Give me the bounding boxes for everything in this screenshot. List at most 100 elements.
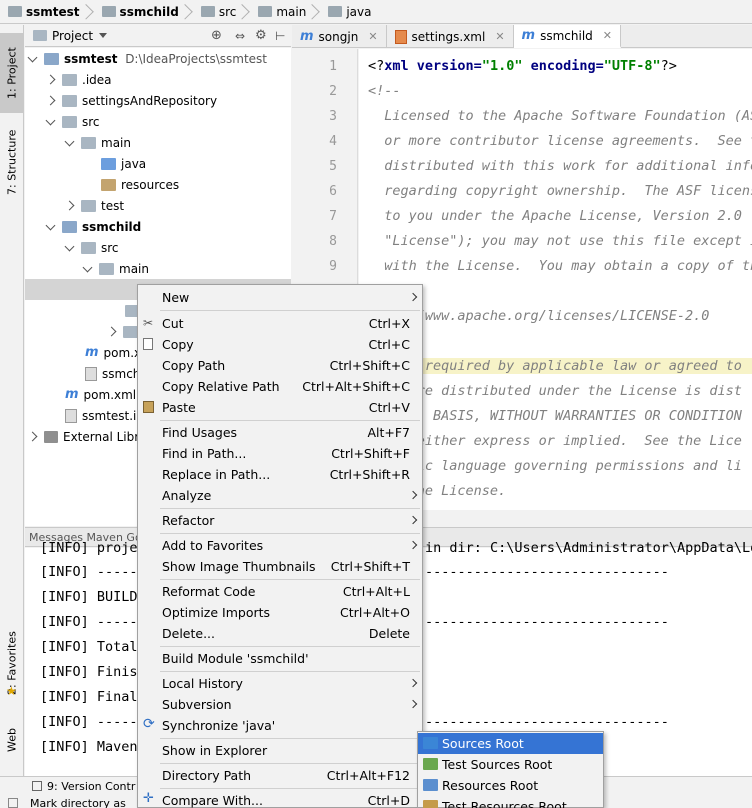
menu-item-subversion[interactable]: Subversion: [138, 694, 422, 715]
breadcrumb-item-main[interactable]: main: [254, 0, 324, 24]
close-icon[interactable]: ✕: [603, 29, 612, 42]
tree-node-idea[interactable]: .idea: [46, 69, 112, 90]
locate-icon[interactable]: ⊕: [211, 28, 222, 43]
status-hint: Mark directory as: [8, 797, 126, 808]
line-number: 8: [329, 234, 337, 249]
menu-item-test-resources-root[interactable]: Test Resources Root: [418, 796, 603, 808]
console-line: [INFO] projec: [40, 540, 146, 556]
breadcrumb-item-ssmtest[interactable]: ssmtest: [4, 0, 98, 24]
folder-icon: [81, 241, 96, 254]
menu-item-synchronize[interactable]: ⟳ Synchronize 'java': [138, 715, 422, 736]
menu-item-find-usages[interactable]: Find Usages Alt+F7: [138, 422, 422, 443]
tree-node-external-libraries[interactable]: External Libr: [28, 426, 139, 447]
collapse-all-icon[interactable]: ⇔: [235, 29, 245, 43]
console-line: [INFO] ------: [40, 564, 146, 580]
tree-node-ssmchild[interactable]: ssmchild: [46, 216, 141, 237]
paste-icon: [143, 401, 154, 413]
star-icon: ★: [6, 684, 17, 698]
tool-tab-structure[interactable]: 7: Structure: [0, 117, 24, 207]
console-line: [INFO] BUILD: [40, 589, 138, 605]
tool-tab-web[interactable]: Web: [0, 715, 24, 765]
menu-item-find-in-path[interactable]: Find in Path... Ctrl+Shift+F: [138, 443, 422, 464]
menu-item-cut[interactable]: ✂ Cut Ctrl+X: [138, 313, 422, 334]
test-sources-root-icon: [423, 758, 438, 770]
menu-item-analyze[interactable]: Analyze: [138, 485, 422, 506]
tree-node-ssmtest[interactable]: ssmtest D:\IdeaProjects\ssmtest: [28, 48, 267, 69]
menu-separator: [160, 508, 420, 509]
dropdown-icon[interactable]: [99, 33, 108, 38]
library-icon: [44, 430, 58, 443]
line-number: 7: [329, 209, 337, 224]
mark-directory-submenu: Sources Root Test Sources Root Resources…: [417, 731, 604, 808]
menu-item-copy[interactable]: Copy Ctrl+C: [138, 334, 422, 355]
menu-item-replace-in-path[interactable]: Replace in Path... Ctrl+Shift+R: [138, 464, 422, 485]
breadcrumb: ssmtest ssmchild src main java: [0, 0, 752, 24]
context-menu: New ✂ Cut Ctrl+X Copy Ctrl+C Copy Path Ctrl+…: [137, 284, 423, 808]
console-line-tail: ------------------------------: [425, 714, 669, 730]
code-line: are distributed under the License is dis…: [368, 383, 742, 399]
chevron-right-icon: [242, 0, 250, 24]
maven-icon: m: [65, 387, 79, 402]
chevron-right-icon: [312, 0, 320, 24]
tree-node-main[interactable]: main: [65, 132, 131, 153]
line-number: 5: [329, 159, 337, 174]
tree-node-iml[interactable]: ssmtest.i: [65, 405, 136, 426]
menu-item-compare-with[interactable]: ✛ Compare With... Ctrl+D: [138, 790, 422, 808]
folder-icon: [123, 325, 138, 338]
menu-item-optimize-imports[interactable]: Optimize Imports Ctrl+Alt+O: [138, 602, 422, 623]
menu-item-local-history[interactable]: Local History: [138, 673, 422, 694]
menu-item-build-module[interactable]: Build Module 'ssmchild': [138, 648, 422, 669]
tree-node-test[interactable]: test: [65, 195, 124, 216]
console-line: [INFO] Maven: [40, 739, 138, 755]
menu-item-show-image-thumbnails[interactable]: Show Image Thumbnails Ctrl+Shift+T: [138, 556, 422, 577]
tree-node-pom[interactable]: m pom.xml: [65, 384, 136, 405]
iml-file-icon: [65, 408, 77, 423]
menu-item-directory-path[interactable]: Directory Path Ctrl+Alt+F12: [138, 765, 422, 786]
hide-icon[interactable]: ⊢: [275, 29, 285, 43]
console-line: [INFO] ------: [40, 714, 146, 730]
breadcrumb-item-ssmchild[interactable]: ssmchild: [98, 0, 197, 24]
close-icon[interactable]: ✕: [368, 30, 377, 43]
version-control-tab[interactable]: 9: Version Contr: [32, 779, 135, 793]
module-folder-icon: [8, 6, 22, 17]
breadcrumb-item-src[interactable]: src: [197, 0, 255, 24]
close-icon[interactable]: ✕: [495, 30, 504, 43]
menu-item-sources-root[interactable]: Sources Root: [418, 733, 603, 754]
breadcrumb-item-java[interactable]: java: [324, 0, 375, 24]
tree-node-resources[interactable]: resources: [101, 174, 179, 195]
submenu-arrow-icon: [408, 699, 418, 709]
menu-item-new[interactable]: New: [138, 287, 422, 308]
submenu-arrow-icon: [408, 490, 418, 500]
tree-node-java[interactable]: java: [101, 153, 146, 174]
menu-separator: [160, 738, 420, 739]
menu-item-test-sources-root[interactable]: Test Sources Root: [418, 754, 603, 775]
tree-node-child-main[interactable]: main: [83, 258, 149, 279]
menu-item-delete[interactable]: Delete... Delete: [138, 623, 422, 644]
tree-node-child-src[interactable]: src: [65, 237, 119, 258]
line-number: 6: [329, 184, 337, 199]
menu-item-add-to-favorites[interactable]: Add to Favorites: [138, 535, 422, 556]
tab-ssmchild[interactable]: m ssmchild ✕: [513, 25, 621, 48]
console-line-tail: in dir: C:\Users\Administrator\AppData\L…: [425, 540, 752, 556]
menu-item-refactor[interactable]: Refactor: [138, 510, 422, 531]
console-line: [INFO] Final: [40, 689, 138, 705]
menu-item-resources-root[interactable]: Resources Root: [418, 775, 603, 796]
gear-icon[interactable]: ⚙: [255, 28, 267, 43]
menu-item-paste[interactable]: Paste Ctrl+V: [138, 397, 422, 418]
menu-item-copy-path[interactable]: Copy Path Ctrl+Shift+C: [138, 355, 422, 376]
tool-tab-project[interactable]: 1: Project: [0, 33, 24, 113]
maven-icon: m: [521, 28, 536, 43]
menu-item-show-in-explorer[interactable]: Show in Explorer: [138, 740, 422, 761]
tree-node-src[interactable]: src: [46, 111, 100, 132]
console-line-tail: ------------------------------: [425, 614, 669, 630]
tab-songjn[interactable]: m songjn ✕: [292, 25, 387, 48]
scissors-icon: ✂: [143, 316, 154, 330]
tab-settings-xml[interactable]: settings.xml ✕: [387, 25, 514, 48]
menu-item-copy-relative-path[interactable]: Copy Relative Path Ctrl+Alt+Shift+C: [138, 376, 422, 397]
tree-node-child-pom[interactable]: m pom.x: [85, 342, 141, 363]
submenu-arrow-icon: [408, 515, 418, 525]
tree-node-settings[interactable]: settingsAndRepository: [46, 90, 217, 111]
tree-node-child-iml[interactable]: ssmch: [85, 363, 140, 384]
code-line: S" BASIS, WITHOUT WARRANTIES OR CONDITIO…: [368, 408, 742, 424]
menu-item-reformat-code[interactable]: Reformat Code Ctrl+Alt+L: [138, 581, 422, 602]
